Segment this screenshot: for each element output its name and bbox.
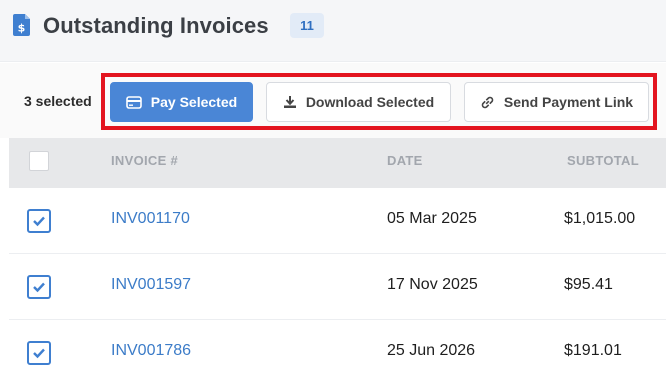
column-header-invoice[interactable]: INVOICE # [111, 153, 178, 168]
checkmark-icon [33, 216, 45, 227]
invoice-dollar-icon: $ [12, 13, 32, 37]
invoice-subtotal: $1,015.00 [564, 210, 636, 227]
table-row[interactable]: INV001786 25 Jun 2026 $191.01 [9, 320, 666, 381]
send-payment-link-button[interactable]: Send Payment Link [464, 82, 649, 122]
invoice-date: 05 Mar 2025 [387, 210, 477, 227]
pay-selected-label: Pay Selected [150, 94, 238, 110]
invoice-number-link[interactable]: INV001597 [111, 276, 191, 294]
invoice-count-badge: 11 [290, 13, 324, 38]
row-checkbox[interactable] [27, 209, 51, 233]
download-selected-label: Download Selected [305, 94, 435, 110]
invoice-date: 17 Nov 2025 [387, 276, 478, 293]
column-header-date[interactable]: DATE [387, 153, 423, 168]
invoice-date: 25 Jun 2026 [387, 342, 476, 359]
checkmark-icon [33, 282, 45, 293]
page-header: $ Outstanding Invoices 11 [0, 0, 666, 62]
link-icon [480, 95, 495, 110]
select-all-checkbox[interactable] [29, 151, 49, 171]
column-header-subtotal[interactable]: SUBTOTAL [567, 153, 639, 168]
selected-count-label: 3 selected [24, 93, 92, 109]
invoice-subtotal: $191.01 [564, 342, 622, 359]
invoice-subtotal: $95.41 [564, 276, 613, 293]
send-payment-link-label: Send Payment Link [503, 94, 634, 110]
svg-text:$: $ [18, 22, 26, 35]
page-title: Outstanding Invoices [43, 13, 269, 38]
pay-selected-button[interactable]: Pay Selected [110, 82, 253, 122]
download-selected-button[interactable]: Download Selected [266, 82, 451, 122]
row-checkbox[interactable] [27, 341, 51, 365]
row-checkbox[interactable] [27, 275, 51, 299]
credit-card-icon [125, 95, 142, 109]
table-row[interactable]: INV001170 05 Mar 2025 $1,015.00 [9, 188, 666, 254]
table-row[interactable]: INV001597 17 Nov 2025 $95.41 [9, 254, 666, 320]
download-icon [283, 95, 297, 109]
invoice-number-link[interactable]: INV001170 [111, 210, 190, 228]
invoice-number-link[interactable]: INV001786 [111, 342, 191, 360]
checkmark-icon [33, 348, 45, 359]
